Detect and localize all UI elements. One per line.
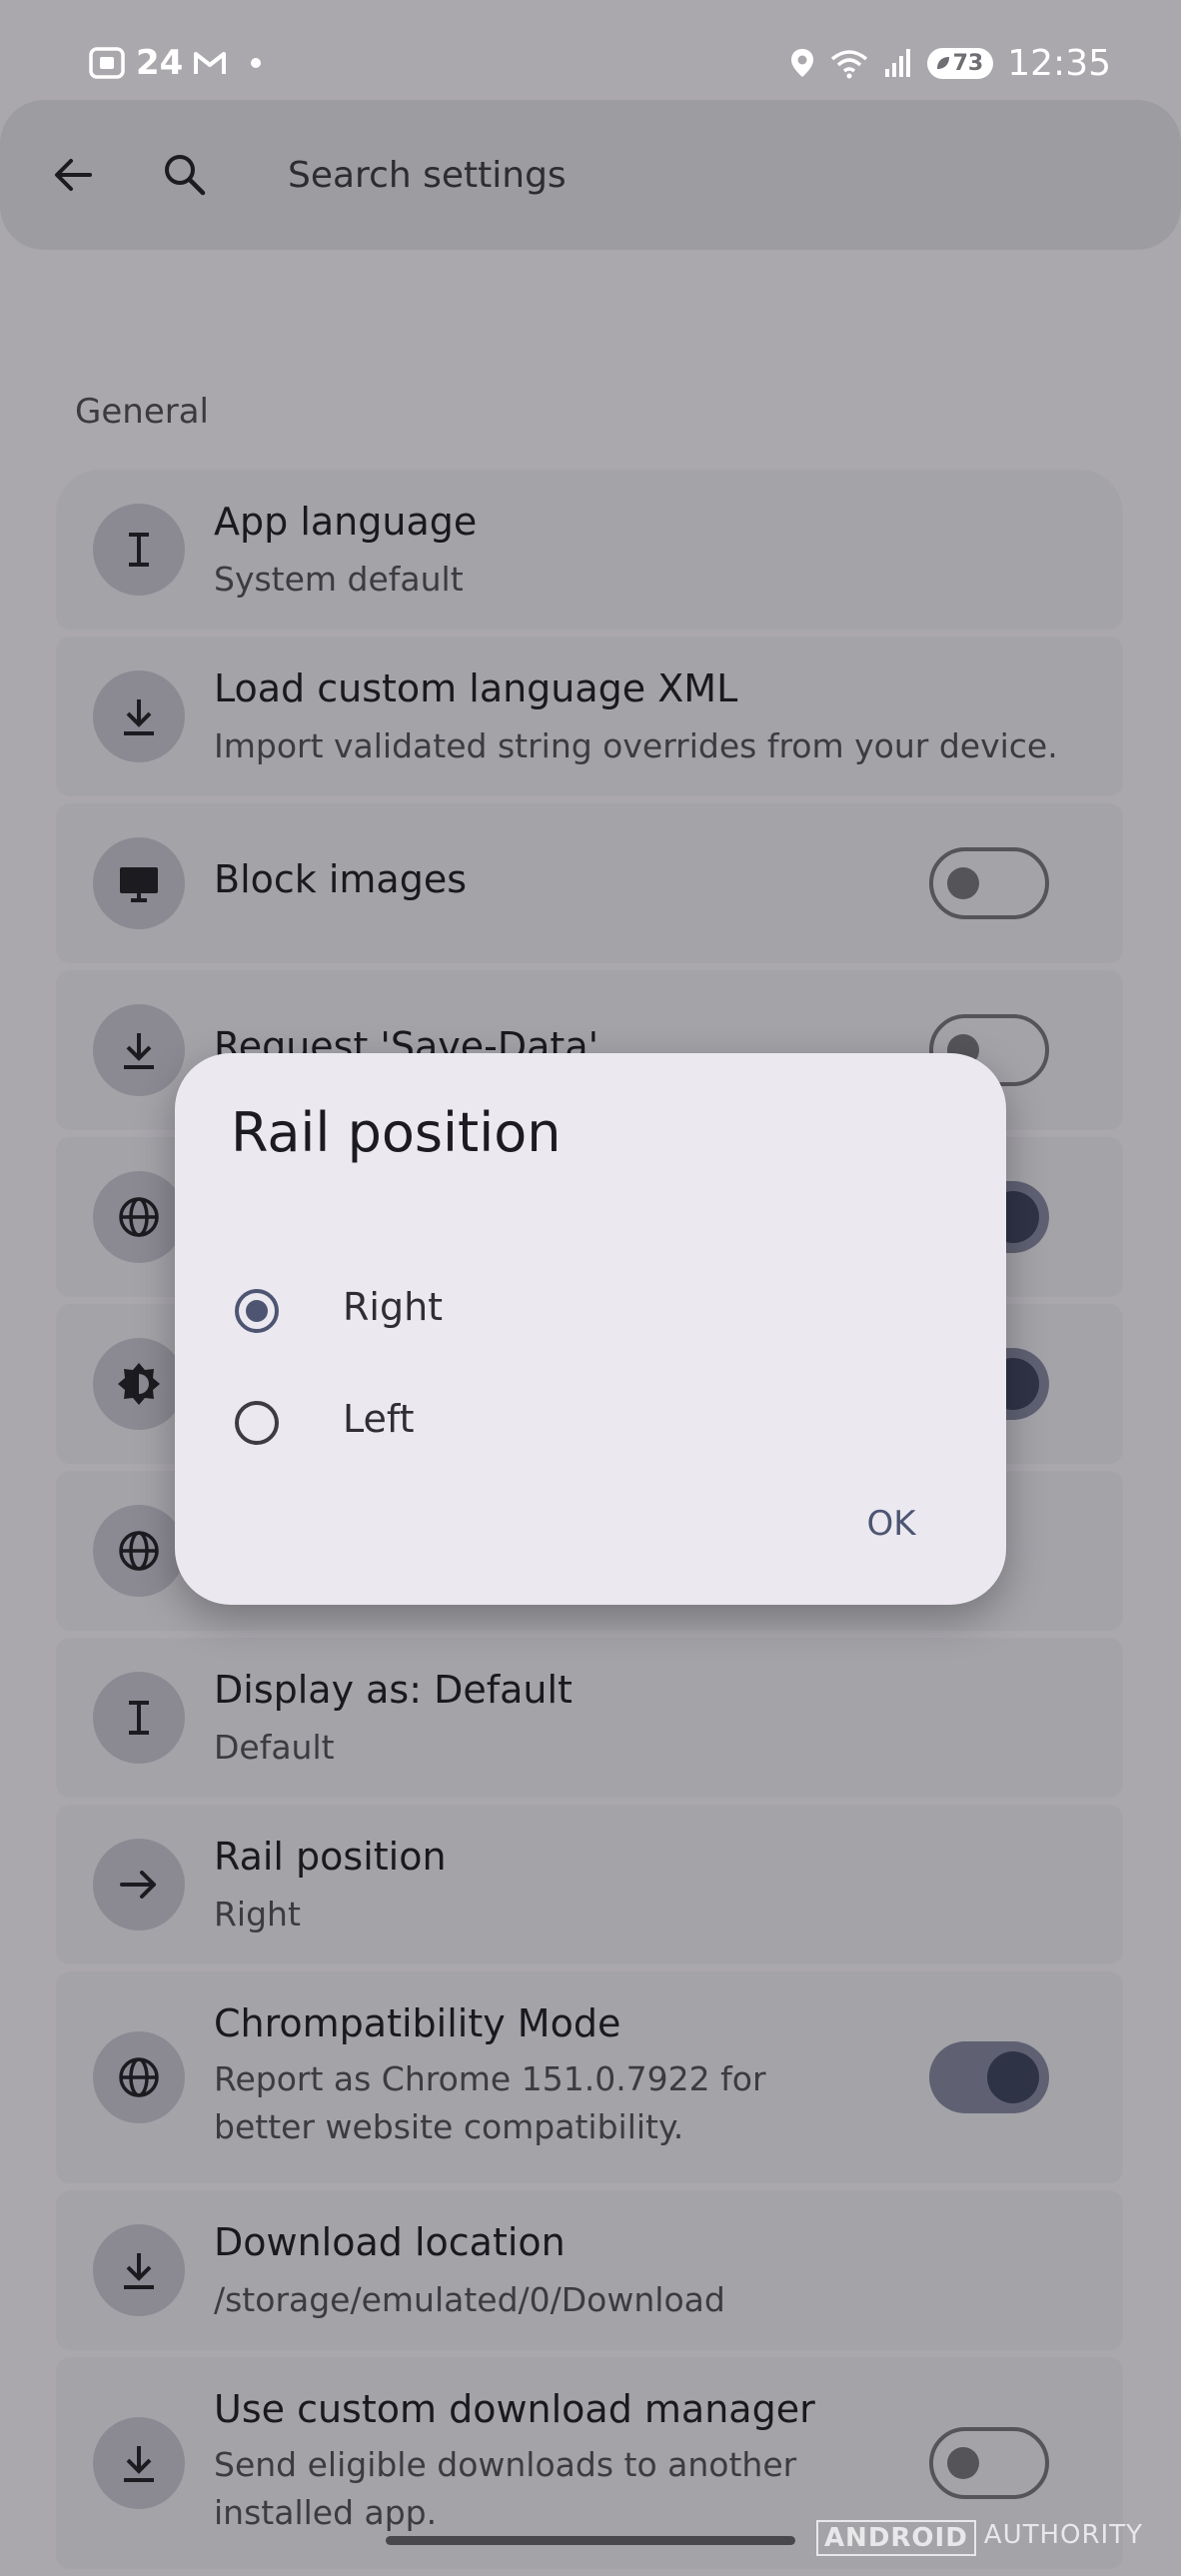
setting-subtitle: Default — [214, 1728, 335, 1767]
setting-title: App language — [214, 500, 478, 544]
monitor-icon — [93, 837, 185, 929]
globe-icon — [93, 2031, 185, 2123]
section-title: General — [75, 392, 209, 432]
battery-indicator: 73 — [926, 47, 994, 79]
screenshot-icon — [89, 47, 125, 79]
location-icon — [790, 49, 813, 77]
radio-label: Left — [343, 1397, 415, 1441]
setting-subtitle: Import validated string overrides from y… — [214, 726, 1058, 765]
radio-button-selected[interactable] — [235, 1289, 279, 1333]
setting-subtitle: Right — [214, 1895, 301, 1933]
radio-option-right[interactable]: Right — [215, 1261, 964, 1361]
search-input[interactable] — [288, 143, 987, 207]
arrow-right-icon — [93, 1839, 185, 1931]
status-bar: 24 73 12:35 — [0, 0, 1181, 100]
back-arrow-icon[interactable] — [48, 150, 98, 200]
text-icon — [93, 1672, 185, 1764]
search-icon — [165, 155, 206, 196]
setting-subtitle: Send eligible downloads to another insta… — [214, 2445, 797, 2532]
setting-title: Load custom language XML — [214, 666, 738, 710]
status-left: 24 — [88, 38, 262, 88]
wifi-icon — [830, 50, 867, 79]
status-label: 24 — [136, 43, 184, 83]
radio-option-left[interactable]: Left — [215, 1373, 964, 1473]
gmail-icon — [194, 52, 227, 74]
leaf-icon — [936, 57, 949, 69]
notification-dot — [251, 58, 262, 68]
setting-chrompatibility-mode[interactable]: Chrompatibility Mode Report as Chrome 15… — [56, 1971, 1123, 2183]
brightness-icon — [93, 1338, 185, 1430]
globe-icon — [93, 1171, 185, 1263]
toggle-switch-off[interactable] — [929, 847, 1049, 919]
download-icon — [93, 2417, 185, 2509]
download-icon — [93, 1004, 185, 1096]
setting-subtitle: Report as Chrome 151.0.7922 for better w… — [214, 2059, 766, 2146]
setting-subtitle: System default — [214, 560, 464, 599]
setting-load-custom-language[interactable]: Load custom language XML Import validate… — [56, 637, 1123, 796]
setting-title: Use custom download manager — [214, 2387, 815, 2431]
setting-title: Chrompatibility Mode — [214, 2001, 621, 2045]
status-right: 73 12:35 — [789, 38, 1111, 88]
setting-title: Rail position — [214, 1835, 447, 1879]
signal-icon — [884, 49, 910, 77]
download-icon — [93, 670, 185, 762]
setting-title: Display as: Default — [214, 1668, 573, 1712]
globe-icon — [93, 1505, 185, 1597]
watermark: ANDROID AUTHORITY — [815, 2520, 1143, 2556]
dialog-title: Rail position — [231, 1101, 562, 1164]
toggle-switch-on[interactable] — [929, 2041, 1049, 2113]
watermark-part2: AUTHORITY — [983, 2520, 1143, 2550]
battery-level: 73 — [952, 50, 984, 76]
setting-rail-position[interactable]: Rail position Right — [56, 1805, 1123, 1964]
toggle-switch-off[interactable] — [929, 2427, 1049, 2499]
setting-subtitle: /storage/emulated/0/Download — [214, 2280, 725, 2319]
radio-button[interactable] — [235, 1401, 279, 1445]
radio-label: Right — [343, 1285, 444, 1329]
watermark-part1: ANDROID — [815, 2520, 976, 2556]
setting-title: Download location — [214, 2220, 566, 2264]
text-icon — [93, 504, 185, 596]
setting-block-images[interactable]: Block images — [56, 803, 1123, 963]
setting-display-as[interactable]: Display as: Default Default — [56, 1638, 1123, 1798]
setting-title: Block images — [214, 857, 468, 901]
search-bar — [0, 100, 1181, 250]
status-time: 12:35 — [1007, 42, 1111, 84]
setting-app-language[interactable]: App language System default — [56, 470, 1123, 630]
rail-position-dialog: Rail position Right Left OK — [175, 1053, 1006, 1605]
setting-download-location[interactable]: Download location /storage/emulated/0/Do… — [56, 2190, 1123, 2350]
download-icon — [93, 2224, 185, 2316]
ok-button[interactable]: OK — [836, 1479, 946, 1569]
gesture-nav-bar[interactable] — [386, 2536, 795, 2545]
